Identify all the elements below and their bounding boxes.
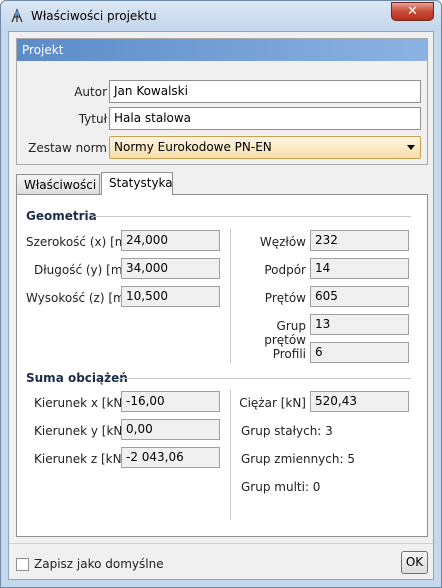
chevron-down-icon[interactable]: [407, 145, 415, 150]
const-groups: Grup stałych: 3: [241, 424, 333, 438]
tab-properties[interactable]: Właściwości: [16, 174, 100, 195]
title-bar[interactable]: Właściwości projektu ✕: [1, 1, 441, 31]
supports-value: 14: [310, 258, 409, 279]
save-default-checkbox[interactable]: [16, 558, 29, 571]
geometry-column-divider: [230, 229, 231, 363]
geometry-heading: Geometria: [26, 209, 97, 223]
project-header: Projekt: [17, 39, 427, 61]
author-field[interactable]: Jan Kowalski: [109, 80, 421, 103]
profiles-value: 6: [310, 342, 409, 363]
title-label: Tytuł: [78, 112, 107, 126]
weight-value: 520,43: [310, 391, 409, 412]
title-field[interactable]: Hala stalowa: [109, 107, 421, 130]
length-label: Długość (y) [m]: [34, 263, 128, 277]
dialog-body: Projekt Autor Jan Kowalski Tytuł Hala st…: [8, 31, 434, 580]
author-label: Autor: [74, 85, 107, 99]
statistics-panel: Geometria Szerokość (x) [m] 24,000 Długo…: [16, 194, 428, 537]
nodes-value: 232: [310, 230, 409, 251]
length-value: 34,000: [121, 258, 220, 279]
var-groups: Grup zmiennych: 5: [241, 452, 355, 466]
nodes-label: Węzłów: [259, 235, 306, 249]
project-group: Projekt Autor Jan Kowalski Tytuł Hala st…: [16, 38, 428, 165]
bargroups-label: Grup prętów: [264, 319, 306, 347]
bars-value: 605: [310, 286, 409, 307]
diry-label: Kierunek y [kN]: [34, 424, 128, 438]
height-value: 10,500: [121, 286, 220, 307]
dirz-value: -2 043,06: [121, 447, 220, 468]
window-title: Właściwości projektu: [31, 9, 157, 23]
weight-label: Ciężar [kN]: [239, 396, 306, 410]
footer-divider: [9, 543, 433, 544]
diry-value: 0,00: [121, 419, 220, 440]
supports-label: Podpór: [264, 263, 306, 277]
geometry-divider: [93, 216, 411, 217]
dirz-label: Kierunek z [kN]: [34, 452, 127, 466]
norms-value: Normy Eurokodowe PN-EN: [114, 140, 272, 154]
multi-groups: Grup multi: 0: [241, 480, 321, 494]
norms-select[interactable]: Normy Eurokodowe PN-EN: [109, 136, 421, 159]
tab-statistics[interactable]: Statystyka: [101, 172, 173, 195]
save-default-label[interactable]: Zapisz jako domyślne: [34, 557, 164, 571]
structure-icon: [9, 8, 25, 24]
bars-label: Prętów: [264, 291, 306, 305]
dialog-window: Właściwości projektu ✕ Projekt Autor Jan…: [0, 0, 442, 588]
norms-label: Zestaw norm: [28, 141, 107, 155]
close-icon: ✕: [407, 4, 418, 19]
profiles-label: Profili: [272, 347, 306, 361]
bargroups-value: 13: [310, 314, 409, 335]
width-label: Szerokość (x) [m]: [26, 235, 132, 249]
loads-divider: [119, 378, 411, 379]
dirx-label: Kierunek x [kN]: [34, 396, 128, 410]
width-value: 24,000: [121, 230, 220, 251]
loads-column-divider: [230, 390, 231, 520]
close-button[interactable]: ✕: [391, 2, 434, 21]
height-label: Wysokość (z) [m]: [26, 291, 130, 305]
dirx-value: -16,00: [121, 391, 220, 412]
ok-button[interactable]: OK: [401, 551, 428, 574]
loads-heading: Suma obciążeń: [26, 371, 128, 385]
